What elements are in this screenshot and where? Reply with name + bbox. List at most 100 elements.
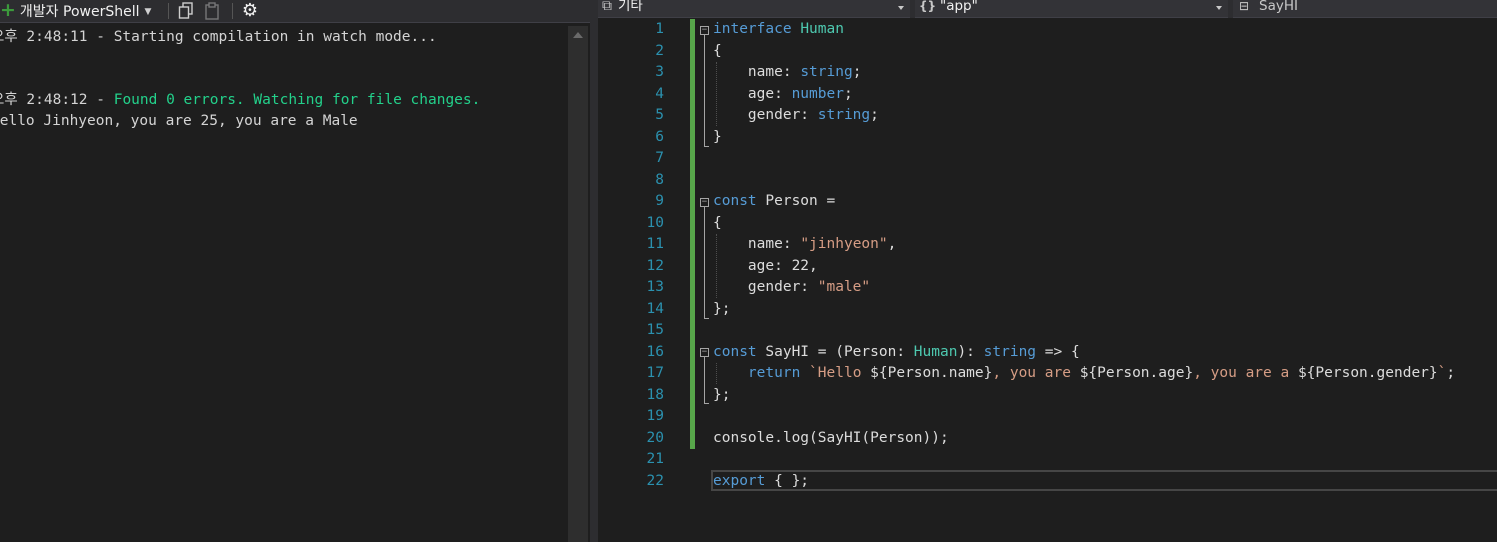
line-number: 11: [646, 236, 664, 252]
toolbar-separator: [168, 3, 169, 19]
code-line: const Person =: [713, 191, 835, 213]
code-line: interface Human: [713, 19, 844, 41]
type-name: Human: [913, 343, 958, 360]
code-text: => {: [1036, 343, 1080, 360]
code-text: Person =: [756, 193, 836, 209]
terminal-scrollbar[interactable]: [568, 26, 588, 542]
terminal-output[interactable]: 오후 2:48:11 - Starting compilation in wat…: [0, 22, 568, 542]
paste-icon: [205, 2, 219, 20]
project-icon: ⧉: [602, 0, 612, 14]
string-literal: , you are: [992, 365, 1080, 381]
code-text: { };: [765, 472, 810, 489]
code-line: {: [713, 42, 722, 59]
string-literal: "male": [817, 279, 871, 295]
code-text: SayHI = (Person:: [756, 343, 914, 360]
code-text: ,: [887, 236, 897, 252]
member-dropdown-label: SayHI: [1259, 0, 1298, 14]
code-line: age: number;: [713, 84, 853, 106]
editor-pane: ⧉ 기타 {} "app" ⊟ SayHI 1 2 3 4 5 6 7 8 9 …: [598, 0, 1497, 542]
string-literal: "jinhyeon": [800, 236, 888, 252]
code-line: }: [713, 128, 722, 145]
code-text: age:: [713, 85, 792, 102]
code-text: name:: [713, 64, 801, 80]
module-icon: {}: [919, 0, 937, 13]
code-text: ;: [1446, 365, 1456, 381]
chevron-down-icon[interactable]: ▼: [145, 7, 152, 17]
keyword: const: [713, 343, 757, 360]
code-line: {: [713, 214, 722, 231]
keyword: const: [713, 193, 757, 209]
code-line: name: string;: [713, 62, 862, 84]
code-line: name: "jinhyeon",: [713, 234, 896, 256]
fold-guide-end: [704, 318, 709, 319]
line-number: 18: [646, 386, 664, 403]
fold-guide: [704, 357, 705, 403]
new-terminal-button[interactable]: + 개발자 PowerShell ▼: [0, 0, 151, 22]
pane-splitter[interactable]: [590, 0, 598, 542]
terminal-line: Hello Jinhyeon, you are 25, you are a Ma…: [0, 113, 358, 129]
line-number: 17: [646, 365, 664, 381]
string-literal: `Hello: [800, 365, 871, 381]
code-text: name:: [713, 236, 801, 252]
line-number-gutter: 1 2 3 4 5 6 7 8 9 10 11 12 13 14 15 16 1…: [618, 19, 693, 542]
profile-dropdown-label[interactable]: 개발자 PowerShell: [20, 4, 140, 20]
line-number: 13: [646, 279, 664, 295]
line-number: 9: [655, 193, 664, 209]
chevron-down-icon: [898, 6, 904, 10]
line-number: 6: [655, 128, 664, 145]
collapse-icon[interactable]: −: [700, 26, 709, 35]
scope-dropdown[interactable]: {} "app": [915, 0, 1228, 18]
collapse-icon[interactable]: −: [700, 348, 709, 357]
code-line: gender: "male": [713, 277, 870, 299]
code-editor[interactable]: interface Human { name: string; age: num…: [713, 19, 1497, 542]
line-number: 15: [646, 322, 664, 338]
method-icon: ⊟: [1239, 0, 1250, 13]
keyword: string: [817, 107, 871, 123]
line-number: 5: [655, 107, 664, 123]
terminal-pane: + 개발자 PowerShell ▼ ⚙ 오후 2:48:11 - Starting…: [0, 0, 590, 542]
member-dropdown[interactable]: ⊟ SayHI: [1233, 0, 1497, 18]
code-text: ;: [852, 64, 862, 80]
template-expression: ${Person.age}: [1079, 365, 1194, 381]
line-number: 3: [655, 64, 664, 80]
line-number: 20: [646, 429, 664, 446]
line-number: 21: [646, 451, 664, 467]
code-line: age: 22,: [713, 257, 818, 274]
code-text: gender:: [713, 279, 818, 295]
keyword: number: [791, 85, 844, 102]
line-number: 19: [646, 408, 664, 424]
terminal-line: 오후 2:48:11 - Starting compilation in wat…: [0, 29, 437, 45]
line-number: 12: [646, 257, 664, 274]
line-number: 4: [655, 85, 664, 102]
code-text: ;: [843, 85, 853, 102]
type-name: Human: [800, 21, 844, 37]
copy-icon: [178, 2, 193, 19]
paste-button[interactable]: [202, 0, 222, 22]
code-text: gender:: [713, 107, 818, 123]
fold-guide: [704, 35, 705, 146]
fold-guide-end: [704, 403, 709, 404]
code-line: console.log(SayHI(Person));: [713, 429, 949, 446]
project-dropdown[interactable]: ⧉ 기타: [598, 0, 910, 18]
terminal-toolbar: + 개발자 PowerShell ▼ ⚙: [0, 0, 590, 23]
copy-button[interactable]: [176, 0, 196, 22]
fold-guide-end: [704, 146, 709, 147]
line-number: 7: [655, 150, 664, 166]
template-expression: ${Person.name}: [870, 365, 993, 381]
code-line: };: [713, 386, 731, 403]
scope-dropdown-label: "app": [940, 0, 978, 14]
keyword: return: [713, 365, 801, 381]
code-line: const SayHI = (Person: Human): string =>…: [713, 342, 1080, 364]
terminal-timestamp: 오후 2:48:12 -: [0, 92, 114, 108]
code-line: export { };: [713, 471, 809, 493]
gear-icon[interactable]: ⚙: [240, 0, 260, 22]
template-expression: ${Person.gender}: [1297, 365, 1438, 381]
line-number: 16: [646, 343, 664, 360]
plus-icon: +: [0, 0, 16, 21]
line-number: 1: [655, 21, 664, 37]
collapse-icon[interactable]: −: [700, 198, 709, 207]
fold-guide: [704, 207, 705, 318]
toolbar-separator: [232, 3, 233, 19]
scroll-up-icon[interactable]: [573, 32, 583, 38]
code-text: ):: [957, 343, 984, 360]
